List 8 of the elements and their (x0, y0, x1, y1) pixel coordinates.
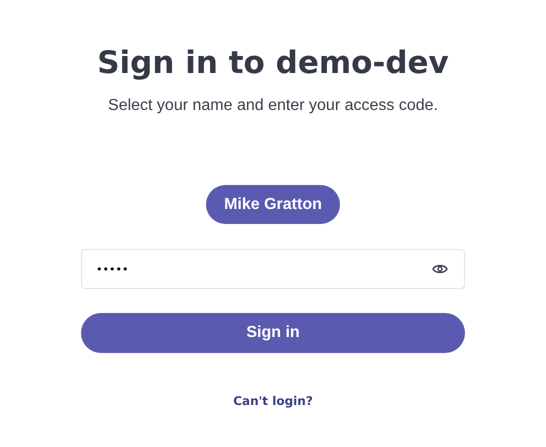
user-name-button[interactable]: Mike Gratton (206, 185, 340, 224)
access-code-value: ••••• (96, 262, 128, 276)
sign-in-button[interactable]: Sign in (81, 313, 465, 353)
eye-icon[interactable] (432, 263, 448, 275)
access-code-field[interactable]: ••••• (81, 249, 465, 289)
page-title: Sign in to demo-dev (97, 44, 449, 83)
help-link[interactable]: Can't login? (233, 394, 313, 408)
instruction-text: Select your name and enter your access code. (108, 96, 438, 116)
